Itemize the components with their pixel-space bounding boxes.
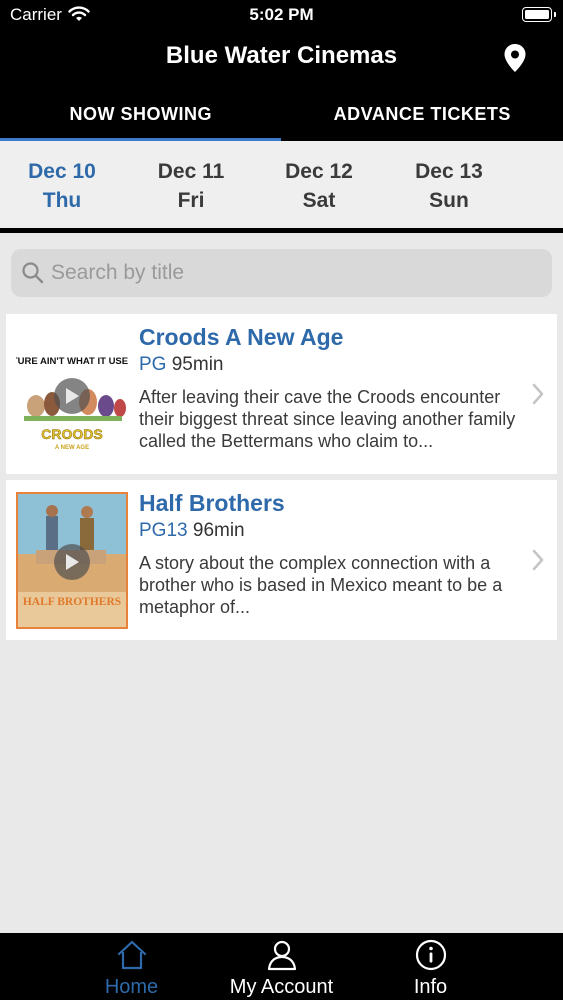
- tab-advance-tickets[interactable]: ADVANCE TICKETS: [282, 88, 563, 141]
- day-label: Fri: [177, 189, 205, 212]
- movie-meta: PG13 96min: [139, 520, 245, 542]
- search-icon: [21, 261, 45, 290]
- movie-card-half-brothers[interactable]: HALF BROTHERS Half Brothers PG13 96min A…: [6, 480, 557, 640]
- rating-badge: PG13: [139, 520, 188, 541]
- poster-logo: HALF BROTHERS: [23, 596, 121, 608]
- day-label: Sat: [302, 189, 336, 212]
- location-pin-icon[interactable]: [500, 42, 530, 74]
- movie-description: A story about the complex connection wit…: [139, 553, 503, 617]
- date-label: Dec 10: [28, 160, 96, 183]
- movie-meta: PG 95min: [139, 354, 223, 376]
- movie-poster[interactable]: THE FUTURE AIN'T WHAT IT USED TO BE CROO…: [16, 326, 128, 463]
- movie-title[interactable]: Croods A New Age: [139, 324, 343, 351]
- movie-description: After leaving their cave the Croods enco…: [139, 387, 516, 451]
- play-icon[interactable]: [54, 378, 90, 414]
- tab-label: Info: [413, 976, 448, 998]
- chevron-right-icon[interactable]: [531, 548, 545, 577]
- search-input[interactable]: [51, 249, 541, 297]
- page-title: Blue Water Cinemas: [165, 42, 398, 69]
- movie-poster[interactable]: HALF BROTHERS: [16, 492, 128, 629]
- day-label: Sun: [429, 189, 469, 212]
- clock-time: 5:02 PM: [249, 5, 314, 24]
- date-label: Dec 11: [157, 160, 225, 183]
- movie-title[interactable]: Half Brothers: [139, 490, 285, 517]
- bottom-tab-bar: Home My Account Info: [0, 933, 563, 1000]
- date-divider: [0, 228, 563, 233]
- play-icon[interactable]: [54, 544, 90, 580]
- day-label: Thu: [42, 189, 82, 212]
- poster-tagline: THE FUTURE AIN'T WHAT IT USED TO BE: [16, 356, 128, 367]
- date-label: Dec 13: [415, 160, 483, 183]
- poster-logo: CROODS: [41, 426, 102, 442]
- top-tab-bar: NOW SHOWING ADVANCE TICKETS: [0, 88, 563, 141]
- nav-header: Blue Water Cinemas: [0, 30, 563, 88]
- status-bar: Carrier 5:02 PM: [0, 0, 563, 30]
- battery-icon: [522, 7, 556, 22]
- tab-info[interactable]: Info: [337, 933, 524, 1000]
- runtime-label: 95min: [171, 354, 224, 375]
- date-label: Dec 12: [285, 160, 353, 183]
- poster-subtitle: A NEW AGE: [55, 445, 89, 451]
- runtime-label: 96min: [192, 520, 245, 541]
- tab-now-showing[interactable]: NOW SHOWING: [0, 88, 282, 141]
- date-item-dec-12[interactable]: Dec 12 Sat: [269, 157, 369, 215]
- date-item-dec-11[interactable]: Dec 11 Fri: [141, 157, 241, 215]
- date-item-dec-13[interactable]: Dec 13 Sun: [399, 157, 499, 215]
- info-icon: [337, 939, 524, 971]
- chevron-right-icon[interactable]: [531, 382, 545, 411]
- date-selector: Dec 10 Thu Dec 11 Fri Dec 12 Sat Dec 13 …: [0, 141, 563, 228]
- movie-card-croods[interactable]: THE FUTURE AIN'T WHAT IT USED TO BE CROO…: [6, 314, 557, 474]
- search-bar: [11, 249, 552, 297]
- date-item-dec-10[interactable]: Dec 10 Thu: [12, 157, 112, 215]
- rating-badge: PG: [139, 354, 167, 375]
